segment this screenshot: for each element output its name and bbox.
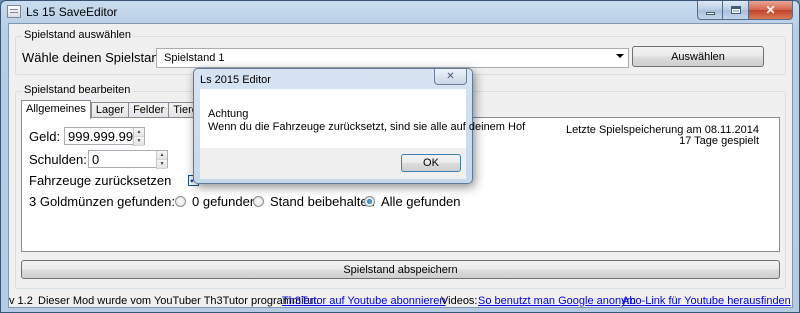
ok-button[interactable]: OK — [401, 154, 461, 172]
dialog-close-button[interactable]: ✕ — [434, 69, 467, 85]
days-played-text: 17 Tage gespielt — [679, 135, 759, 147]
stepper-down-icon[interactable]: ▼ — [133, 137, 144, 146]
subscribe-link[interactable]: Th3Tutor auf Youtube abonnieren — [282, 295, 446, 307]
credit-text: Dieser Mod wurde vom YouTuber Th3Tutor p… — [38, 295, 320, 307]
money-stepper[interactable]: 999.999.999 ▲ ▼ — [64, 127, 145, 146]
maximize-button[interactable] — [723, 1, 749, 20]
gold-option-none: 0 gefunden — [192, 194, 258, 209]
debt-stepper[interactable]: 0 ▲ ▼ — [88, 150, 168, 169]
main-window: Ls 15 SaveEditor ✕ Spielstand auswählen … — [0, 0, 800, 313]
debt-stepper-buttons: ▲ ▼ — [156, 151, 167, 169]
debt-label: Schulden: — [29, 152, 87, 167]
gold-option-keep: Stand beibehalten — [270, 194, 375, 209]
close-icon: ✕ — [446, 71, 455, 82]
dialog-footer: OK — [200, 148, 466, 179]
stepper-up-icon[interactable]: ▲ — [133, 128, 144, 137]
stepper-up-icon[interactable]: ▲ — [156, 151, 167, 160]
videos-label: Videos: — [441, 295, 478, 307]
chevron-down-icon[interactable] — [616, 54, 624, 58]
window-title: Ls 15 SaveEditor — [26, 5, 118, 19]
dialog-title: Ls 2015 Editor — [200, 74, 271, 86]
minimize-button[interactable] — [697, 1, 723, 20]
dialog-heading: Achtung — [208, 108, 249, 120]
gold-label: 3 Goldmünzen gefunden: — [29, 194, 175, 209]
money-label: Geld: — [29, 129, 61, 144]
app-icon — [7, 5, 21, 18]
select-button[interactable]: Auswählen — [632, 46, 764, 67]
gold-radio-none[interactable] — [175, 196, 186, 207]
gold-option-all: Alle gefunden — [381, 194, 461, 209]
close-button[interactable]: ✕ — [749, 1, 793, 20]
minimize-icon — [705, 11, 715, 15]
abo-link[interactable]: Abo-Link für Youtube herausfinden — [622, 295, 791, 307]
save-button[interactable]: Spielstand abspeichern — [21, 260, 780, 279]
tab-felder[interactable]: Felder — [128, 102, 169, 118]
savegame-select-value: Spielstand 1 — [164, 52, 225, 64]
savegame-label: Wähle deinen Spielstand: — [22, 50, 170, 65]
money-stepper-buttons: ▲ ▼ — [133, 128, 144, 146]
tab-allgemeines[interactable]: Allgemeines — [21, 100, 91, 119]
gold-radio-all[interactable] — [364, 196, 375, 207]
caption-buttons: ✕ — [697, 1, 793, 20]
maximize-icon — [730, 6, 741, 14]
dialog-message: Wenn du die Fahrzeuge zurücksetzt, sind … — [208, 121, 526, 133]
savegame-select[interactable]: Spielstand 1 — [156, 48, 629, 68]
status-bar: v 1.2 Dieser Mod wurde vom YouTuber Th3T… — [9, 295, 792, 308]
debt-value: 0 — [92, 152, 100, 167]
edit-group-title: Spielstand bearbeiten — [22, 84, 133, 96]
money-value: 999.999.999 — [68, 129, 141, 144]
version-text: v 1.2 — [9, 295, 33, 307]
vehicles-reset-label: Fahrzeuge zurücksetzen — [29, 173, 172, 188]
dialog-body: Achtung Wenn du die Fahrzeuge zurücksetz… — [200, 89, 525, 148]
load-group-title: Spielstand auswählen — [22, 29, 134, 41]
stepper-down-icon[interactable]: ▼ — [156, 160, 167, 169]
close-icon: ✕ — [765, 3, 776, 17]
title-bar[interactable]: Ls 15 SaveEditor ✕ — [1, 1, 799, 23]
tab-strip: Allgemeines Lager Felder Tiere — [21, 100, 203, 119]
tab-lager[interactable]: Lager — [90, 102, 129, 118]
google-anonym-link[interactable]: So benutzt man Google anonym — [478, 295, 636, 307]
warning-dialog: Ls 2015 Editor ✕ Achtung Wenn du die Fah… — [193, 68, 525, 184]
gold-radio-keep[interactable] — [253, 196, 264, 207]
